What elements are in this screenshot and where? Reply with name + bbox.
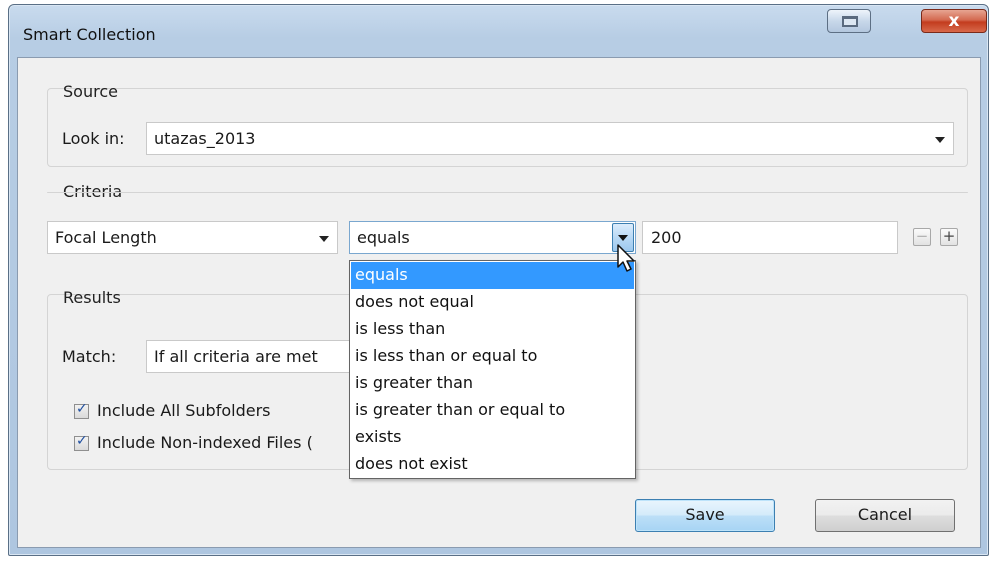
dropdown-option[interactable]: is greater than [351,370,634,397]
criteria-field-value: Focal Length [55,228,157,247]
add-criteria-button[interactable]: + [940,227,958,246]
include-subfolders-checkbox[interactable]: ✓ [74,401,89,419]
look-in-label: Look in: [62,129,125,148]
source-group-label: Source [63,82,118,101]
chevron-down-icon [319,236,329,242]
chevron-down-icon [935,137,945,143]
match-label: Match: [62,347,117,366]
include-nonindexed-checkbox[interactable]: ✓ [74,433,89,451]
criteria-divider [47,192,968,193]
remove-criteria-button[interactable]: − [913,227,931,246]
dropdown-option[interactable]: exists [351,424,634,451]
look-in-select[interactable]: utazas_2013 [146,122,954,155]
dropdown-option[interactable]: is less than [351,316,634,343]
window-title: Smart Collection [23,25,156,44]
dropdown-option[interactable]: is greater than or equal to [351,397,634,424]
criteria-operator-value: equals [357,228,410,247]
dropdown-option[interactable]: equals [351,262,634,289]
save-button[interactable]: Save [635,499,775,532]
criteria-field-select[interactable]: Focal Length [47,221,338,254]
criteria-operator-select[interactable]: equals [349,221,636,254]
include-nonindexed-label: Include Non-indexed Files ( [97,433,313,452]
restore-icon [842,16,858,27]
checkmark-icon: ✓ [76,401,88,417]
plus-icon: + [942,227,956,245]
mouse-pointer-icon [617,244,635,272]
operator-dropdown-list: equals does not equal is less than is le… [349,260,636,479]
close-icon: x [948,11,960,31]
minus-icon: − [915,227,929,245]
smart-collection-dialog: Smart Collection x Source Look in: utaza… [8,4,989,556]
dialog-body: Source Look in: utazas_2013 Criteria Foc… [17,57,981,548]
cancel-button[interactable]: Cancel [815,499,955,532]
checkmark-icon: ✓ [76,433,88,449]
close-button[interactable]: x [921,9,987,33]
title-bar[interactable]: Smart Collection x [9,5,988,57]
criteria-value-input[interactable]: 200 [642,221,898,254]
match-value: If all criteria are met [154,347,318,366]
look-in-value: utazas_2013 [154,129,256,148]
restore-button[interactable] [827,9,871,33]
results-group-label: Results [63,288,121,307]
dropdown-option[interactable]: does not exist [351,451,634,478]
include-subfolders-label: Include All Subfolders [97,401,271,420]
criteria-value-text: 200 [651,228,682,247]
dropdown-option[interactable]: does not equal [351,289,634,316]
chevron-down-icon [618,235,628,241]
dropdown-option[interactable]: is less than or equal to [351,343,634,370]
